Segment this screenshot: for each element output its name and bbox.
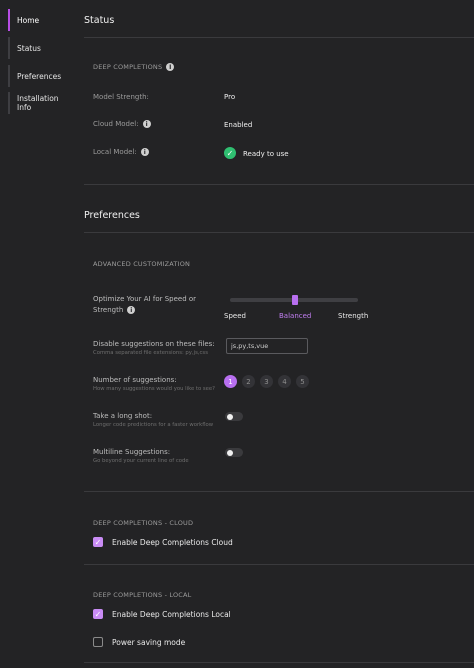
sidebar-item-preferences[interactable]: Preferences [8,65,68,87]
check-circle-icon: ✓ [224,147,236,159]
slider-option-strength[interactable]: Strength [338,312,368,320]
sidebar-item-label: Preferences [17,71,62,81]
num-suggestions-title: Number of suggestions: [93,376,177,384]
info-icon[interactable]: i [127,306,136,314]
slider-option-speed[interactable]: Speed [224,312,246,320]
sidebar-item-label: Installation Info [17,94,59,112]
enable-local-checkbox[interactable]: ✓ [93,609,103,619]
suggestion-count-5[interactable]: 5 [296,375,309,388]
power-saving-label[interactable]: Power saving mode [112,638,185,647]
optimize-label-line1: Optimize Your AI for Speed or [93,295,197,303]
optimize-label-line2: Strength i [93,306,136,314]
local-model-label: Local Model: i [93,148,149,156]
main-content: Status DEEP COMPLETIONS i Model Strength:… [84,0,474,668]
num-suggestions-subtitle: How many suggestions would you like to s… [93,386,215,392]
advanced-customization-label: ADVANCED CUSTOMIZATION [93,260,191,268]
sidebar-item-home[interactable]: Home [8,9,68,31]
long-shot-subtitle: Longer code predictions for a faster wor… [93,422,214,428]
enable-cloud-label[interactable]: Enable Deep Completions Cloud [112,538,233,547]
divider [84,491,474,492]
disabled-extensions-input[interactable] [226,338,308,354]
cloud-section-label: DEEP COMPLETIONS - CLOUD [93,519,194,527]
multiline-title: Multiline Suggestions: [93,448,171,456]
local-section-label: DEEP COMPLETIONS - LOCAL [93,591,192,599]
model-strength-value: Pro [224,93,236,101]
sidebar: Home Status Preferences Installation Inf… [0,0,72,668]
slider-handle[interactable] [292,295,298,305]
checkmark-icon: ✓ [94,537,102,547]
sidebar-item-status[interactable]: Status [8,37,68,59]
enable-local-label[interactable]: Enable Deep Completions Local [112,610,231,619]
cloud-model-value: Enabled [224,121,253,129]
sidebar-item-label: Status [17,43,41,53]
cloud-model-label: Cloud Model: i [93,120,151,128]
model-strength-label: Model Strength: [93,93,149,101]
divider [84,232,474,233]
info-icon[interactable]: i [142,120,151,128]
divider [84,184,474,185]
sidebar-item-label: Home [17,15,40,25]
checkmark-icon: ✓ [94,609,102,619]
multiline-subtitle: Go beyond your current line of code [93,458,189,464]
divider [84,564,474,565]
slider-option-balanced[interactable]: Balanced [279,312,311,320]
local-model-value: Ready to use [243,150,289,158]
enable-cloud-checkbox[interactable]: ✓ [93,537,103,547]
suggestion-count-2[interactable]: 2 [242,375,255,388]
disable-suggestions-subtitle: Comma separated file extensions: py,js,c… [93,350,208,356]
multiline-toggle[interactable] [225,448,243,457]
power-saving-checkbox[interactable] [93,637,103,647]
suggestion-count-1[interactable]: 1 [224,375,237,388]
preferences-title: Preferences [84,210,140,221]
status-section-label: DEEP COMPLETIONS i [93,63,175,71]
status-title: Status [84,15,115,26]
divider [84,37,474,38]
info-icon[interactable]: i [140,148,149,156]
disable-suggestions-title: Disable suggestions on these files: [93,340,215,348]
suggestion-count-4[interactable]: 4 [278,375,291,388]
long-shot-title: Take a long shot: [93,412,153,420]
long-shot-toggle[interactable] [225,412,243,421]
sidebar-item-installation-info[interactable]: Installation Info [8,92,68,114]
info-icon[interactable]: i [166,63,175,71]
suggestion-count-3[interactable]: 3 [260,375,273,388]
divider [84,662,474,663]
